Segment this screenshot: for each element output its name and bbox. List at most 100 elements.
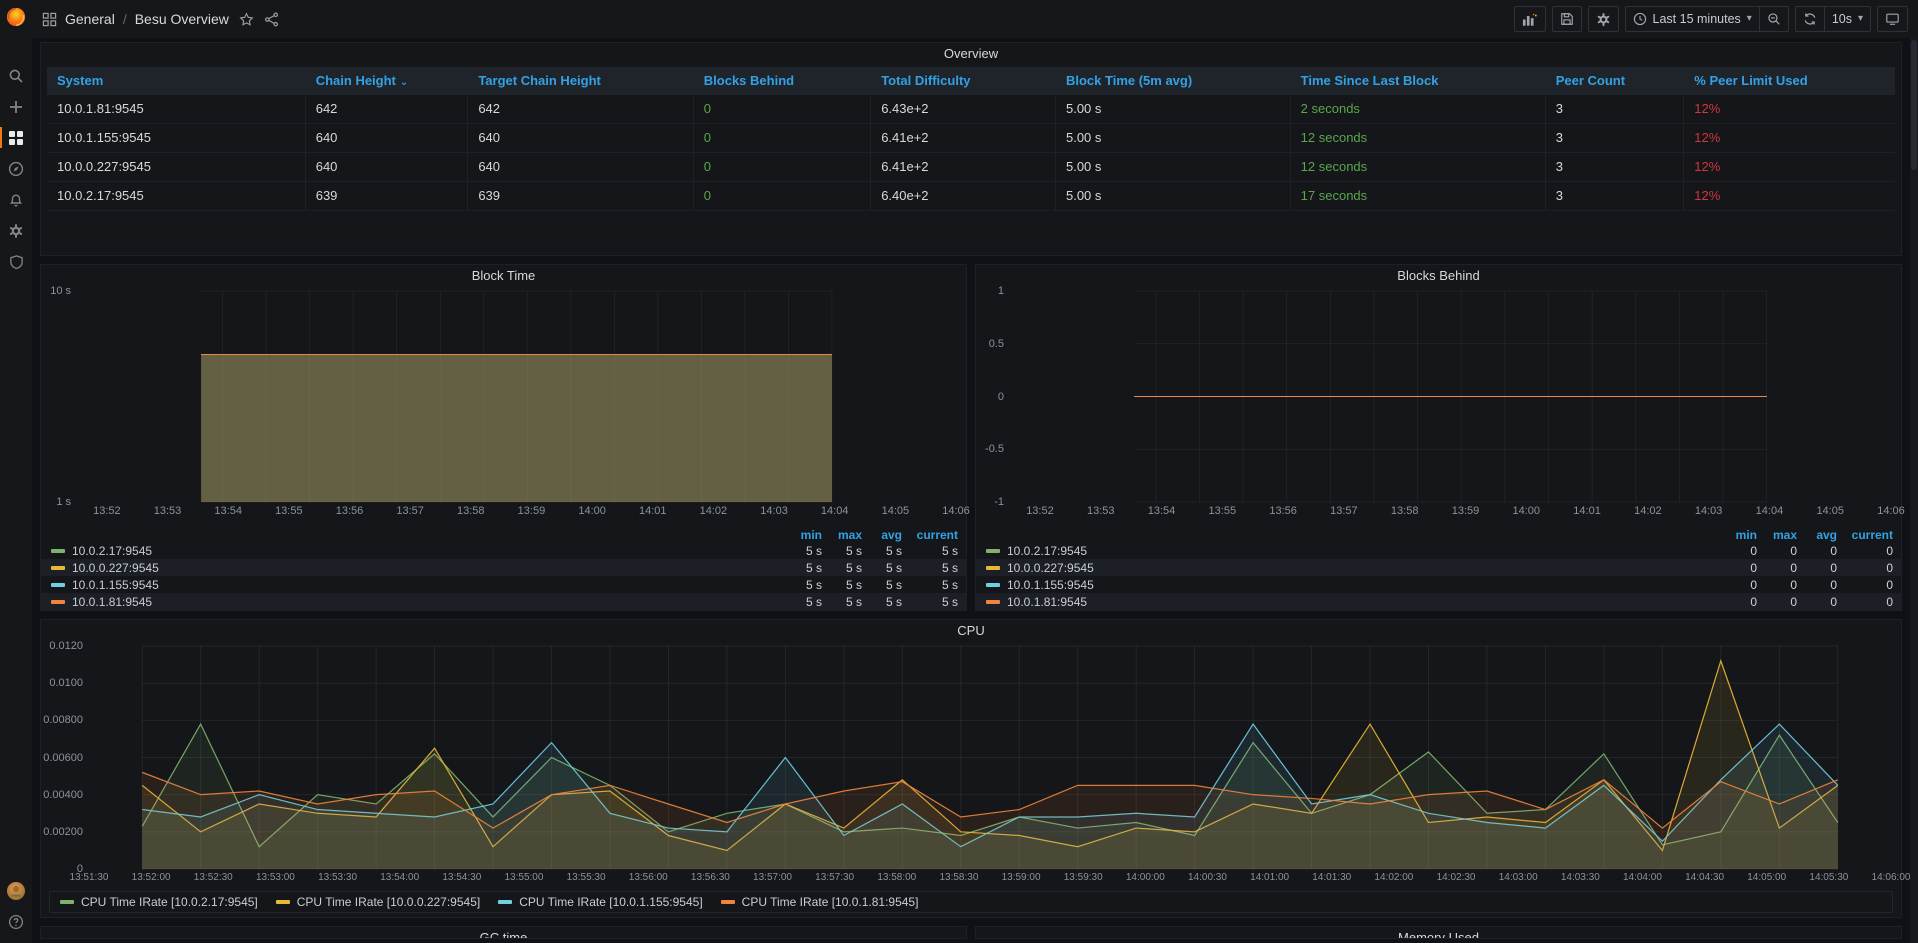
dashboards-icon[interactable] (0, 122, 32, 153)
column-header[interactable]: Chain Height⌄ (306, 67, 469, 95)
series-color-swatch[interactable] (986, 566, 1000, 570)
dashboard-settings-button[interactable] (1588, 6, 1619, 32)
panel-title-block-time[interactable]: Block Time (41, 265, 966, 287)
series-name[interactable]: 10.0.1.81:9545 (1007, 595, 1087, 609)
y-tick-label: 0.0100 (49, 677, 83, 689)
breadcrumb-folder[interactable]: General (65, 11, 115, 27)
scrollbar-thumb[interactable] (1911, 40, 1917, 170)
panel-title-overview[interactable]: Overview (41, 43, 1901, 65)
series-stat-value: 5 s (902, 544, 958, 558)
user-avatar[interactable] (0, 875, 32, 906)
add-icon[interactable] (0, 91, 32, 122)
table-cell: 640 (468, 124, 693, 152)
add-panel-button[interactable] (1514, 6, 1546, 32)
series-name: CPU Time IRate [10.0.0.227:9545] (297, 895, 480, 909)
legend-item[interactable]: CPU Time IRate [10.0.0.227:9545] (276, 895, 480, 909)
x-tick-label: 13:53 (154, 505, 182, 517)
y-tick-label: -0.5 (985, 443, 1004, 455)
legend-item[interactable]: CPU Time IRate [10.0.2.17:9545] (60, 895, 258, 909)
legend-stat-header[interactable]: max (822, 528, 862, 542)
series-color-swatch (60, 900, 74, 904)
panel-title-cpu[interactable]: CPU (41, 620, 1901, 642)
grafana-logo-icon[interactable] (0, 0, 32, 34)
series-color-swatch[interactable] (51, 600, 65, 604)
server-admin-shield-icon[interactable] (0, 246, 32, 277)
series-name[interactable]: 10.0.2.17:9545 (1007, 544, 1087, 558)
legend-item[interactable]: CPU Time IRate [10.0.1.81:9545] (721, 895, 919, 909)
legend-stat-header[interactable]: current (1837, 528, 1893, 542)
app-root: General / Besu Overview (0, 0, 1918, 943)
x-tick-label: 13:54:30 (442, 872, 481, 883)
series-color-swatch[interactable] (986, 600, 1000, 604)
series-color-swatch[interactable] (51, 549, 65, 553)
save-dashboard-button[interactable] (1552, 6, 1582, 32)
cycle-view-mode-button[interactable] (1877, 6, 1908, 32)
y-tick-label: 10 s (50, 285, 71, 297)
scrollbar-track[interactable] (1910, 38, 1918, 943)
series-name[interactable]: 10.0.0.227:9545 (1007, 561, 1094, 575)
legend-stat-header[interactable]: current (902, 528, 958, 542)
series-name[interactable]: 10.0.1.81:9545 (72, 595, 152, 609)
help-icon[interactable] (0, 906, 32, 937)
series-name[interactable]: 10.0.1.155:9545 (1007, 578, 1094, 592)
series-stat-value: 5 s (822, 595, 862, 609)
panel-title-blocks-behind[interactable]: Blocks Behind (976, 265, 1901, 287)
x-tick-label: 13:57 (396, 505, 424, 517)
x-tick-label: 13:53 (1087, 505, 1115, 517)
series-stat-value: 5 s (902, 561, 958, 575)
legend-stat-header[interactable]: min (782, 528, 822, 542)
x-tick-label: 14:03 (760, 505, 788, 517)
legend-stat-header[interactable]: max (1757, 528, 1797, 542)
series-color-swatch[interactable] (986, 549, 1000, 553)
series-name[interactable]: 10.0.2.17:9545 (72, 544, 152, 558)
legend-row: 10.0.0.227:95450000 (976, 559, 1901, 576)
refresh-button[interactable] (1795, 6, 1825, 32)
series-stat-value: 0 (1717, 561, 1757, 575)
series-color-swatch[interactable] (51, 583, 65, 587)
time-range-picker[interactable]: Last 15 minutes ▾ (1625, 6, 1760, 32)
chart-svg (89, 646, 1891, 869)
series-color-swatch[interactable] (986, 583, 1000, 587)
x-tick-label: 14:06:00 (1872, 872, 1910, 883)
column-header[interactable]: Target Chain Height (468, 67, 693, 95)
y-axis: 10.50-0.5-1 (980, 291, 1010, 502)
time-range-label: Last 15 minutes (1653, 12, 1741, 26)
x-tick-label: 13:52:30 (194, 872, 233, 883)
legend-stat-header[interactable]: avg (862, 528, 902, 542)
series-name[interactable]: 10.0.0.227:9545 (72, 561, 159, 575)
column-header[interactable]: Total Difficulty (871, 67, 1056, 95)
column-header[interactable]: % Peer Limit Used (1684, 67, 1895, 95)
x-tick-label: 14:02 (700, 505, 728, 517)
explore-compass-icon[interactable] (0, 153, 32, 184)
column-header[interactable]: Peer Count (1546, 67, 1685, 95)
x-tick-label: 13:54 (214, 505, 242, 517)
column-header[interactable]: Block Time (5m avg) (1056, 67, 1291, 95)
y-axis: 0.01200.01000.008000.006000.004000.00200… (45, 646, 89, 869)
series-color-swatch[interactable] (51, 566, 65, 570)
search-icon[interactable] (0, 60, 32, 91)
alerting-bell-icon[interactable] (0, 184, 32, 215)
share-icon[interactable] (264, 12, 279, 27)
column-header[interactable]: Time Since Last Block (1291, 67, 1546, 95)
configuration-gear-icon[interactable] (0, 215, 32, 246)
zoom-out-button[interactable] (1760, 6, 1789, 32)
legend-stat-header[interactable]: avg (1797, 528, 1837, 542)
star-icon[interactable] (239, 12, 254, 27)
x-tick-label: 14:04:30 (1685, 872, 1724, 883)
series-name[interactable]: 10.0.1.155:9545 (72, 578, 159, 592)
column-header[interactable]: Blocks Behind (694, 67, 871, 95)
series-color-swatch (276, 900, 290, 904)
legend-stat-header[interactable]: min (1717, 528, 1757, 542)
legend-item[interactable]: CPU Time IRate [10.0.1.155:9545] (498, 895, 702, 909)
panel-title-memory-used[interactable]: Memory Used (976, 927, 1901, 939)
table-cell: 17 seconds (1291, 182, 1546, 210)
series-stat-value: 5 s (862, 544, 902, 558)
panel-title-gc-time[interactable]: GC time (41, 927, 966, 939)
column-header[interactable]: System (47, 67, 306, 95)
breadcrumb-dashboard-title[interactable]: Besu Overview (135, 11, 229, 27)
series-stat-value: 5 s (902, 578, 958, 592)
x-tick-label: 13:59 (518, 505, 546, 517)
dashboard-grid-icon (42, 12, 57, 27)
refresh-interval-picker[interactable]: 10s ▾ (1825, 6, 1871, 32)
table-cell: 0 (694, 124, 871, 152)
